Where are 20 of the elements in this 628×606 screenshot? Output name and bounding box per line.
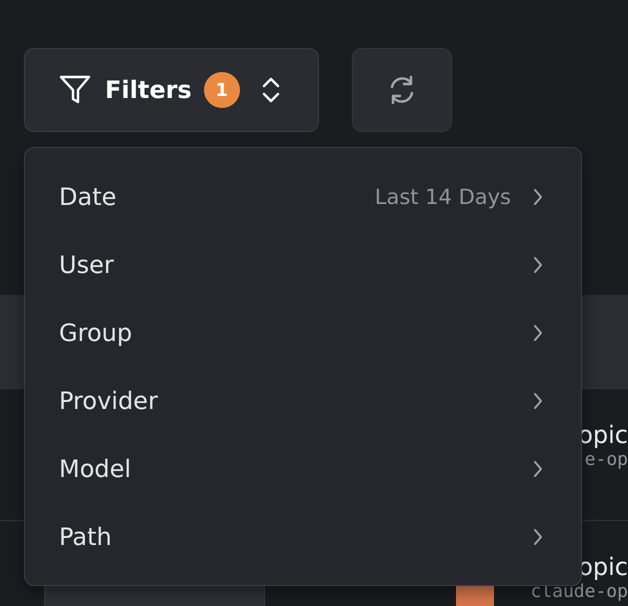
refresh-button[interactable] bbox=[352, 48, 452, 132]
chevron-right-icon bbox=[533, 392, 543, 410]
menu-item[interactable]: Path bbox=[25, 503, 581, 571]
filters-button[interactable]: Filters 1 bbox=[24, 48, 319, 132]
filter-icon bbox=[59, 75, 91, 105]
menu-item-value: Last 14 Days bbox=[374, 185, 511, 209]
chevron-right-icon bbox=[533, 188, 543, 206]
model-name: claude-op bbox=[530, 581, 628, 603]
count-badge: 1 bbox=[204, 72, 240, 108]
chevron-right-icon bbox=[533, 528, 543, 546]
menu-item[interactable]: Date Last 14 Days bbox=[25, 163, 581, 231]
chevron-right-icon bbox=[533, 324, 543, 342]
up-down-chevron-icon bbox=[262, 76, 280, 104]
menu-item[interactable]: Group bbox=[25, 299, 581, 367]
chevron-right-icon bbox=[533, 256, 543, 274]
chevron-right-icon bbox=[533, 460, 543, 478]
menu-item[interactable]: User bbox=[25, 231, 581, 299]
menu-item[interactable]: Provider bbox=[25, 367, 581, 435]
menu-item[interactable]: Model bbox=[25, 435, 581, 503]
model-name: e-op bbox=[584, 449, 628, 471]
